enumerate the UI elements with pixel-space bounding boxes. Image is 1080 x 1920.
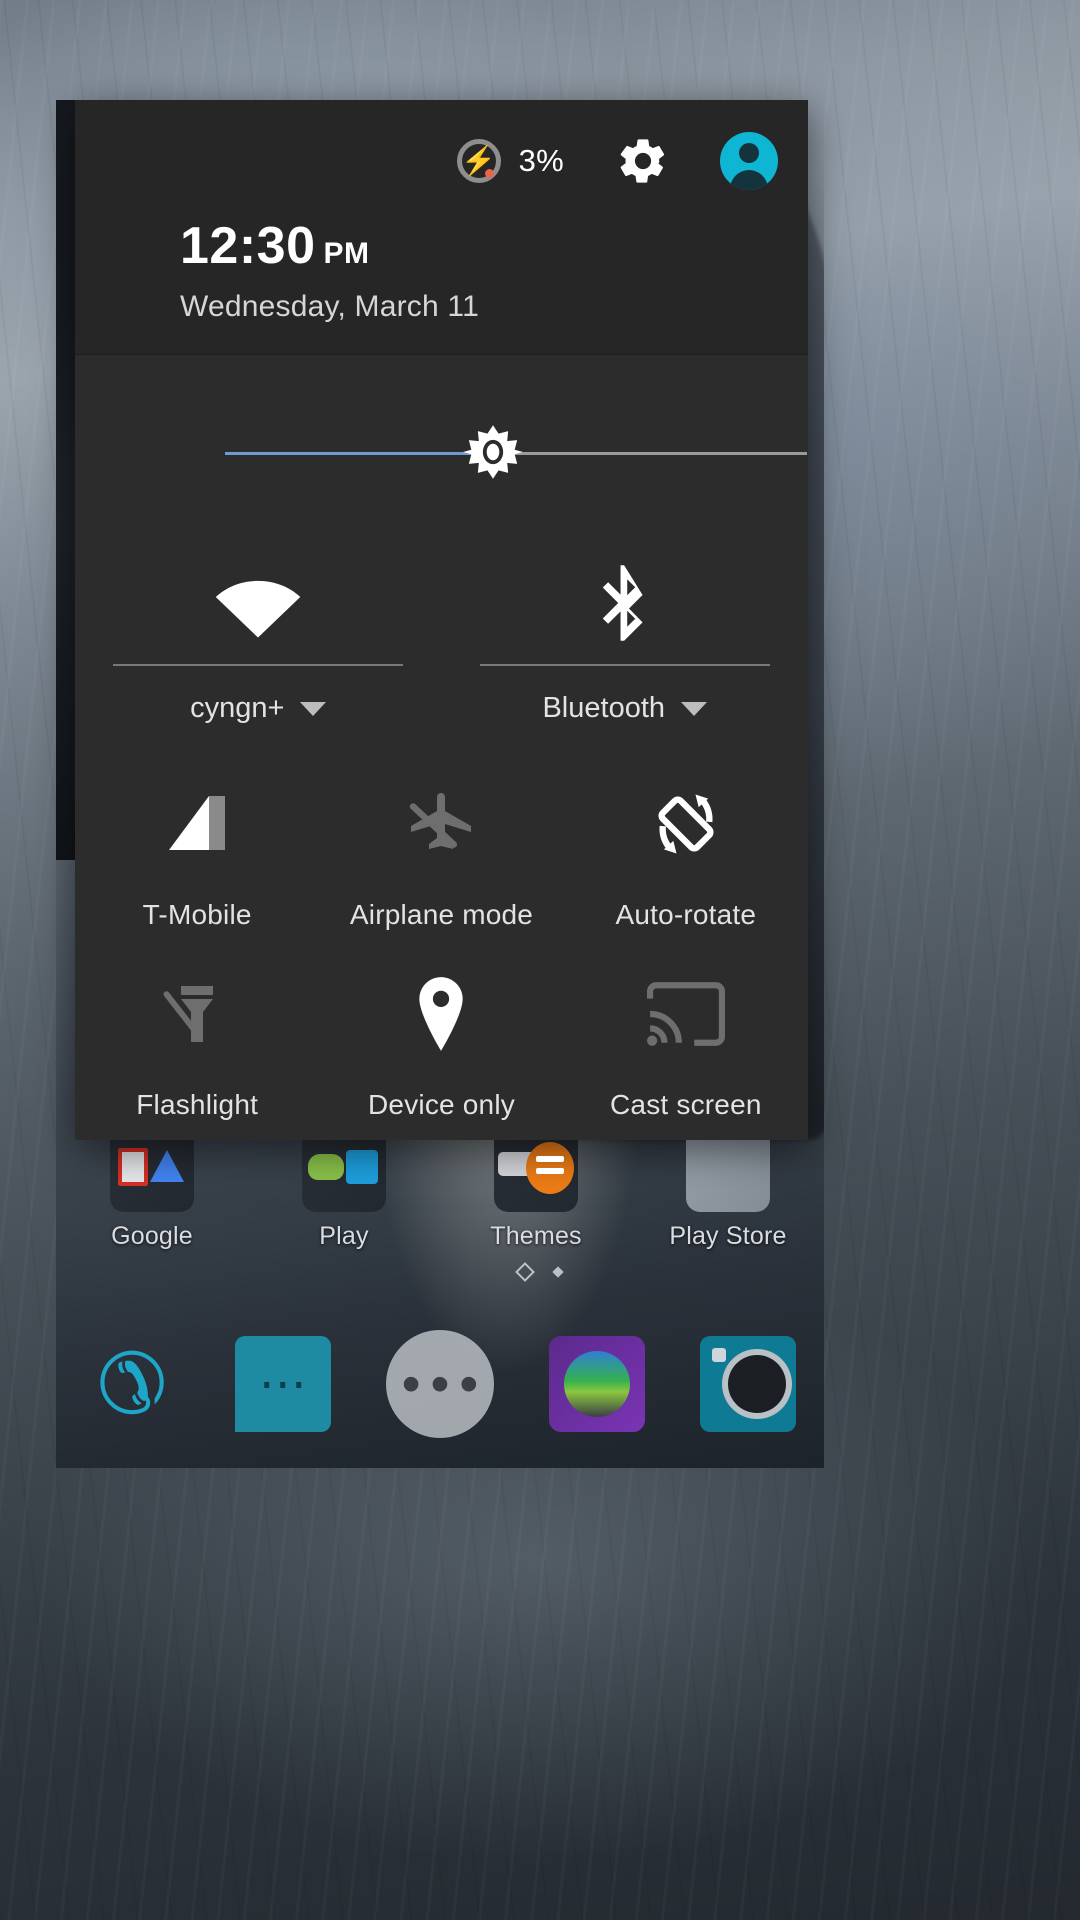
wifi-icon[interactable] bbox=[210, 548, 306, 658]
gear-icon[interactable] bbox=[616, 134, 670, 188]
brightness-slider[interactable] bbox=[75, 400, 808, 510]
tile-row: T-Mobile Airplane mode Auto-rotate bbox=[75, 755, 808, 945]
avatar-head bbox=[739, 143, 759, 163]
bluetooth-label: Bluetooth bbox=[542, 692, 666, 724]
battery-charging-icon[interactable]: ⚡ bbox=[456, 139, 501, 183]
bluetooth-icon[interactable] bbox=[596, 548, 654, 658]
home-app-themes[interactable]: Themes bbox=[451, 1128, 621, 1251]
tile-flashlight[interactable]: Flashlight bbox=[75, 945, 319, 1135]
wifi-label-group[interactable]: cyngn+ bbox=[190, 692, 327, 725]
clock-date: Wednesday, March 11 bbox=[180, 290, 479, 323]
home-app-label: Themes bbox=[490, 1222, 582, 1250]
home-dock bbox=[56, 1300, 824, 1468]
play-store-icon[interactable] bbox=[686, 1128, 770, 1212]
wifi-ssid-label: cyngn+ bbox=[190, 692, 285, 724]
tile-mobile-network[interactable]: T-Mobile bbox=[75, 755, 319, 945]
tile-auto-rotate[interactable]: Auto-rotate bbox=[564, 755, 808, 945]
cast-screen-icon[interactable] bbox=[646, 975, 725, 1053]
bluetooth-tile-divider bbox=[479, 664, 770, 666]
tile-label: T-Mobile bbox=[142, 899, 252, 930]
quick-settings-tile-grid: T-Mobile Airplane mode Auto-rotate Flash… bbox=[75, 755, 808, 1135]
chevron-down-icon[interactable] bbox=[681, 701, 708, 716]
quick-settings-panel: ⚡ 3% 12:30 PM Wednesday, March 11 cyngn+… bbox=[75, 100, 808, 1140]
brightness-fill bbox=[225, 452, 493, 455]
battery-low-indicator bbox=[484, 169, 494, 178]
user-avatar-icon[interactable] bbox=[720, 132, 778, 190]
status-row: ⚡ 3% bbox=[456, 132, 778, 190]
clock-ampm: PM bbox=[323, 237, 370, 270]
auto-rotate-icon[interactable] bbox=[648, 785, 724, 863]
brightness-sun-icon[interactable] bbox=[462, 421, 524, 483]
flashlight-off-icon[interactable] bbox=[161, 975, 233, 1053]
home-app-row: Google Play Themes Play Store bbox=[56, 1120, 824, 1260]
signal-bars-icon[interactable] bbox=[161, 785, 233, 863]
google-folder-icon[interactable] bbox=[110, 1128, 194, 1212]
avatar-body bbox=[730, 170, 768, 190]
tile-label: Airplane mode bbox=[349, 899, 534, 930]
airplane-off-icon[interactable] bbox=[405, 785, 477, 863]
wifi-tile[interactable]: cyngn+ bbox=[75, 530, 442, 745]
home-app-play[interactable]: Play bbox=[259, 1128, 429, 1251]
camera-icon[interactable] bbox=[700, 1336, 797, 1432]
phone-icon[interactable] bbox=[83, 1336, 180, 1432]
location-pin-icon[interactable] bbox=[415, 975, 467, 1053]
themes-glyph bbox=[536, 1156, 564, 1162]
home-app-play-store[interactable]: Play Store bbox=[643, 1128, 813, 1251]
themes-folder-icon[interactable] bbox=[494, 1128, 578, 1212]
clock-time-value: 12:30 bbox=[180, 217, 316, 275]
app-drawer-icon[interactable] bbox=[385, 1330, 494, 1438]
clock-block[interactable]: 12:30 PM Wednesday, March 11 bbox=[180, 220, 479, 324]
clock-time: 12:30 PM bbox=[180, 220, 479, 272]
play-folder-icon[interactable] bbox=[302, 1128, 386, 1212]
tile-label: Cast screen bbox=[610, 1089, 762, 1120]
tile-airplane-mode[interactable]: Airplane mode bbox=[319, 755, 563, 945]
wifi-tile-divider bbox=[113, 664, 404, 666]
home-app-label: Google bbox=[111, 1222, 193, 1250]
messaging-icon[interactable] bbox=[234, 1336, 331, 1432]
tile-label: Device only bbox=[368, 1089, 515, 1120]
home-app-label: Play Store bbox=[669, 1222, 787, 1250]
chevron-down-icon[interactable] bbox=[300, 701, 327, 716]
tile-location[interactable]: Device only bbox=[319, 945, 563, 1135]
gallery-icon[interactable] bbox=[549, 1336, 646, 1432]
tile-row: Flashlight Device only Cast screen bbox=[75, 945, 808, 1135]
tile-cast-screen[interactable]: Cast screen bbox=[564, 945, 808, 1135]
bluetooth-label-group[interactable]: Bluetooth bbox=[542, 692, 708, 725]
dual-tile-row: cyngn+ Bluetooth bbox=[75, 530, 808, 745]
tile-label: Auto-rotate bbox=[615, 899, 757, 930]
home-app-google[interactable]: Google bbox=[67, 1128, 237, 1251]
battery-percent-label: 3% bbox=[518, 143, 564, 178]
tile-label: Flashlight bbox=[136, 1089, 259, 1120]
bluetooth-tile[interactable]: Bluetooth bbox=[442, 530, 809, 745]
home-app-label: Play bbox=[319, 1222, 369, 1250]
quick-settings-header: ⚡ 3% 12:30 PM Wednesday, March 11 bbox=[75, 100, 808, 355]
